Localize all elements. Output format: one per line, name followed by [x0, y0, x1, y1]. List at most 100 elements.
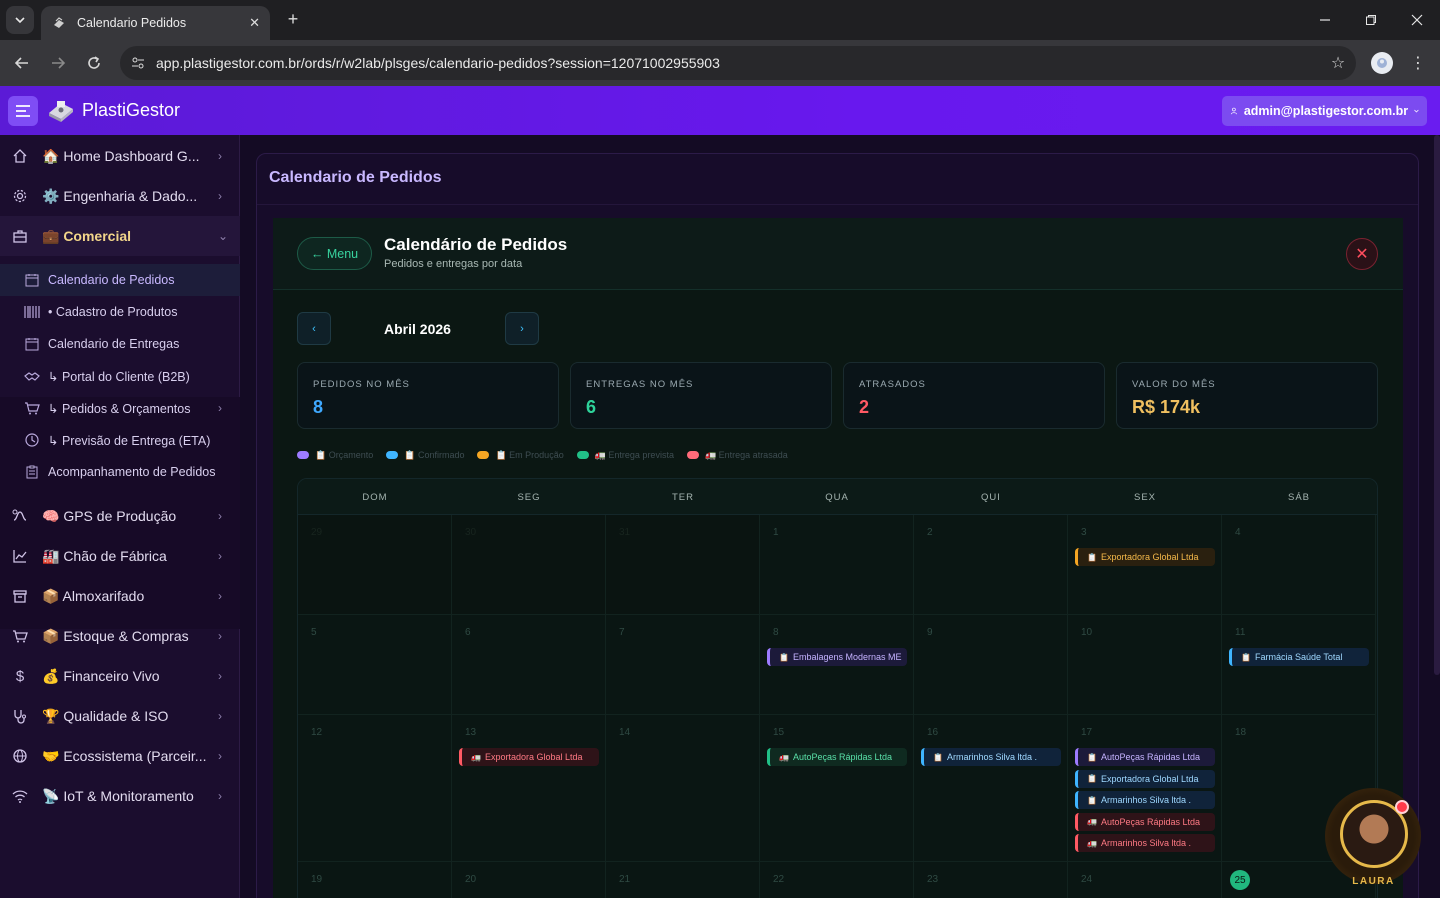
calendar-day-cell[interactable]: 5: [298, 615, 452, 715]
calendar-event[interactable]: 🚛 AutoPeças Rápidas Ltda: [1075, 812, 1215, 831]
tab-close-icon[interactable]: ✕: [249, 15, 260, 31]
back-button[interactable]: [10, 51, 34, 75]
chevron-right-icon: ›: [218, 669, 222, 683]
kpi-value: 2: [859, 397, 870, 417]
prev-month-button[interactable]: ‹: [297, 312, 331, 345]
close-window-button[interactable]: [1405, 8, 1429, 32]
sidebar-item-estoque-compras[interactable]: 📦 Estoque & Compras ›: [0, 616, 240, 656]
calendar-day-cell[interactable]: 13 🚛 Exportadora Global Ltda: [452, 715, 606, 862]
chevron-right-icon: ›: [218, 749, 222, 763]
calendar-event[interactable]: 🚛 Armarinhos Silva ltda .: [1075, 834, 1215, 852]
calendar-day-cell[interactable]: 8 📋 Embalagens Modernas ME: [760, 615, 914, 715]
legend-swatch: [386, 451, 399, 459]
calendar-day-cell[interactable]: 6: [452, 615, 606, 715]
sidebar-item-iot[interactable]: 📡 IoT & Monitoramento ›: [0, 776, 240, 816]
sidebar-sub-pedidos-orcamentos[interactable]: ↳ Pedidos & Orçamentos ›: [0, 392, 240, 424]
sidebar-item-label: 💰 Financeiro Vivo: [42, 667, 160, 684]
sidebar-item-ecossistema[interactable]: 🤝 Ecossistema (Parceir... ›: [0, 736, 240, 776]
user-menu-button[interactable]: admin@plastigestor.com.br: [1222, 96, 1427, 126]
calendar-event[interactable]: 🚛 Exportadora Global Ltda: [459, 748, 599, 766]
calendar-day-cell[interactable]: 17 📋 AutoPeças Rápidas Ltda 📋 Exportadora Gl…: [1068, 715, 1222, 862]
site-settings-icon[interactable]: [120, 55, 156, 71]
sidebar-item-comercial[interactable]: 💼 Comercial ⌄: [0, 216, 240, 256]
profile-avatar[interactable]: [1371, 52, 1393, 74]
calendar-day-cell[interactable]: 9: [914, 615, 1068, 715]
calendar-day-cell[interactable]: 16 📋 Armarinhos Silva ltda .: [914, 715, 1068, 862]
calendar-event[interactable]: 📋 Embalagens Modernas ME: [767, 648, 907, 666]
weekday-label: SEX: [1133, 492, 1156, 503]
url-field[interactable]: app.plastigestor.com.br/ords/r/w2lab/pls…: [120, 46, 1356, 80]
next-month-button[interactable]: ›: [505, 312, 539, 345]
reload-button[interactable]: [82, 51, 106, 75]
page-scrollbar[interactable]: [1434, 135, 1440, 675]
clipboard-icon: 📋: [1087, 552, 1097, 562]
calendar-day-cell[interactable]: 22: [760, 862, 914, 898]
calendar-day-cell[interactable]: 19: [298, 862, 452, 898]
kpi-value: 6: [586, 397, 597, 417]
calendar-day-cell[interactable]: 1: [760, 515, 914, 615]
calendar-event[interactable]: 📋 Exportadora Global Ltda: [1075, 769, 1215, 788]
calendar-day-cell[interactable]: 7: [606, 615, 760, 715]
sidebar-item-engenharia[interactable]: ⚙️ Engenharia & Dado... ›: [0, 176, 240, 216]
new-tab-button[interactable]: +: [282, 8, 304, 30]
event-label: Exportadora Global Ltda: [484, 752, 583, 762]
day-number: 21: [619, 874, 631, 885]
calendar-event[interactable]: 📋 Farmácia Saúde Total: [1229, 648, 1369, 666]
bookmark-star-icon[interactable]: ☆: [1320, 53, 1356, 73]
calendar-day-cell[interactable]: 15 🚛 AutoPeças Rápidas Ltda: [760, 715, 914, 862]
nav-toggle-button[interactable]: [8, 96, 38, 126]
browser-menu-icon[interactable]: ⋮: [1408, 51, 1428, 75]
assistant-launcher[interactable]: LAURA: [1325, 788, 1421, 888]
calendar-day-cell[interactable]: 21: [606, 862, 760, 898]
sidebar-sub-cadastro-produtos[interactable]: • Cadastro de Produtos: [0, 296, 240, 328]
calendar-day-cell[interactable]: 24: [1068, 862, 1222, 898]
kpi-label: ATRASADOS: [859, 379, 926, 390]
calendar-event[interactable]: 📋 AutoPeças Rápidas Ltda: [1075, 748, 1215, 766]
restore-button[interactable]: [1359, 8, 1383, 32]
calendar-day-cell[interactable]: 29: [298, 515, 452, 615]
tab-search-button[interactable]: [6, 6, 34, 34]
calendar-day-cell[interactable]: 2: [914, 515, 1068, 615]
clipboard-icon: 📋: [1087, 774, 1097, 783]
sidebar-item-chao-fabrica[interactable]: 🏭 Chão de Fábrica ›: [0, 536, 240, 576]
sidebar-sub-previsao-entrega[interactable]: ↳ Previsão de Entrega (ETA): [0, 424, 240, 456]
sidebar-sub-label: ↳ Pedidos & Orçamentos: [48, 401, 191, 416]
close-button[interactable]: ✕: [1346, 238, 1378, 270]
sidebar-sub-portal-cliente[interactable]: ↳ Portal do Cliente (B2B): [0, 360, 240, 392]
calendar-day-cell[interactable]: 14: [606, 715, 760, 862]
calendar-event[interactable]: 🚛 AutoPeças Rápidas Ltda: [767, 748, 907, 766]
calendar-day-cell[interactable]: 31: [606, 515, 760, 615]
site-favicon-icon: [51, 15, 67, 31]
back-to-menu-button[interactable]: ← Menu: [297, 237, 372, 270]
calendar-day-cell[interactable]: 10: [1068, 615, 1222, 715]
browser-tab[interactable]: Calendario Pedidos ✕: [41, 6, 270, 40]
calendar-day-cell[interactable]: 11 📋 Farmácia Saúde Total: [1222, 615, 1376, 715]
sidebar-sub-calendario-entregas[interactable]: Calendario de Entregas: [0, 328, 240, 360]
sidebar-sub-calendario-pedidos[interactable]: Calendario de Pedidos: [0, 264, 240, 296]
sidebar-item-almoxarifado[interactable]: 📦 Almoxarifado ›: [0, 576, 240, 616]
forward-button[interactable]: [46, 51, 70, 75]
day-number: 10: [1081, 627, 1093, 638]
sidebar-item-financeiro[interactable]: $ 💰 Financeiro Vivo ›: [0, 656, 240, 696]
day-number: 31: [619, 527, 631, 538]
calendar-day-cell[interactable]: 20: [452, 862, 606, 898]
calendar-icon: [24, 272, 40, 288]
legend-label: 📋 Orçamento: [315, 449, 374, 460]
calendar-event[interactable]: 📋 Armarinhos Silva ltda .: [921, 748, 1061, 766]
calendar-day-cell[interactable]: 12: [298, 715, 452, 862]
calendar-day-cell[interactable]: 4: [1222, 515, 1376, 615]
minimize-button[interactable]: [1313, 8, 1337, 32]
calendar-event[interactable]: 📋 Armarinhos Silva ltda .: [1075, 791, 1215, 809]
sidebar-item-gps-producao[interactable]: 🧠 GPS de Produção ›: [0, 496, 240, 536]
calendar-event[interactable]: 📋 Exportadora Global Ltda: [1075, 548, 1215, 566]
sidebar-item-qualidade[interactable]: 🏆 Qualidade & ISO ›: [0, 696, 240, 736]
calendar-day-cell[interactable]: 30: [452, 515, 606, 615]
calendar-day-cell[interactable]: 3 📋 Exportadora Global Ltda: [1068, 515, 1222, 615]
brand[interactable]: PlastiGestor: [46, 97, 180, 123]
sidebar-sub-acompanhamento[interactable]: Acompanhamento de Pedidos: [0, 456, 240, 488]
kpi-card-entregas: ENTREGAS NO MÊS 6: [570, 362, 832, 429]
user-email: admin@plastigestor.com.br: [1243, 104, 1409, 118]
calendar-day-cell[interactable]: 23: [914, 862, 1068, 898]
sidebar-item-home[interactable]: 🏠 Home Dashboard G... ›: [0, 136, 240, 176]
day-number: 30: [465, 527, 477, 538]
